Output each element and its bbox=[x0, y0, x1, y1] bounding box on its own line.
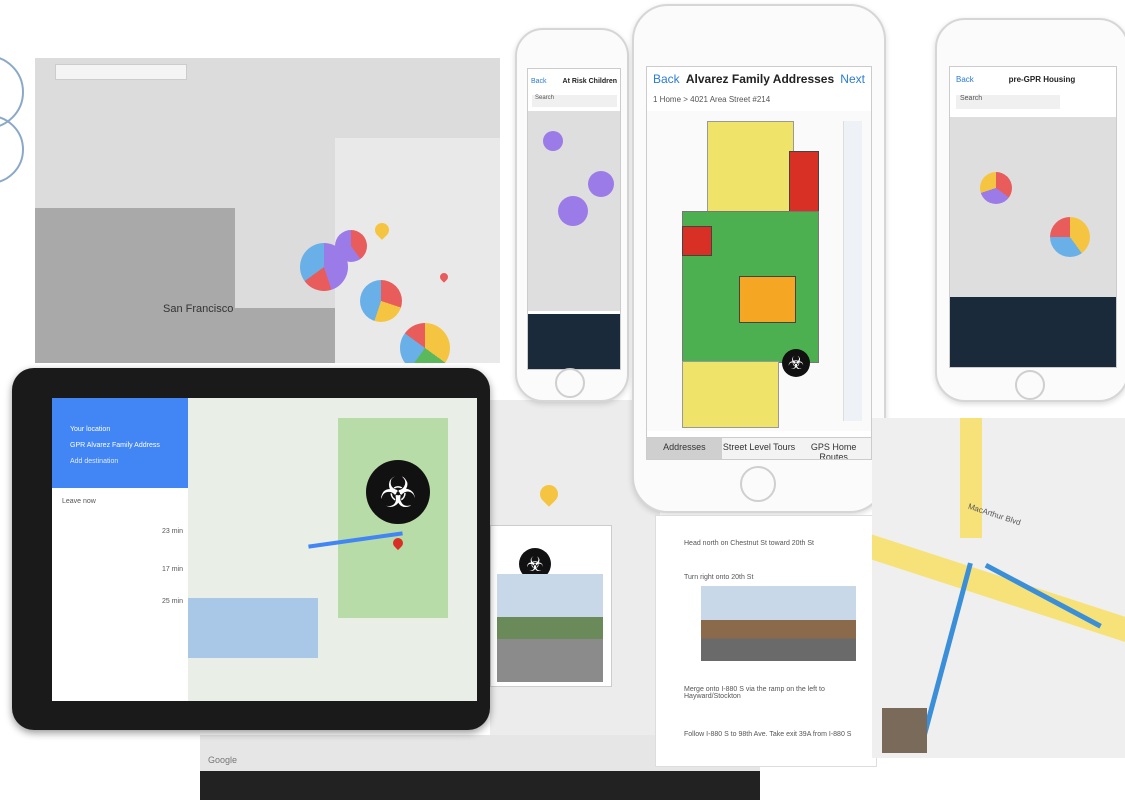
room-orange[interactable] bbox=[739, 276, 796, 323]
floor-plan[interactable]: ☣ bbox=[647, 111, 871, 431]
home-button[interactable] bbox=[555, 368, 585, 398]
cluster-pie-3[interactable] bbox=[360, 280, 402, 322]
tablet-route-map[interactable]: ☣ bbox=[188, 398, 477, 701]
destination-input[interactable]: GPR Alvarez Family Address bbox=[70, 442, 160, 449]
bay-water-2 bbox=[225, 308, 345, 363]
street-route-map[interactable]: MacArthur Blvd bbox=[872, 418, 1125, 758]
room-red-2b[interactable] bbox=[682, 226, 712, 256]
cluster-pie-2[interactable] bbox=[1050, 217, 1090, 257]
phone-left-navbar: Back At Risk Children bbox=[528, 69, 620, 93]
phone-right-title: pre-GPR Housing bbox=[1008, 74, 1076, 84]
home-button[interactable] bbox=[740, 466, 776, 502]
route-option-1[interactable]: 23 min bbox=[162, 528, 183, 535]
tab-addresses[interactable]: Addresses bbox=[647, 438, 722, 459]
back-button[interactable]: Back bbox=[956, 75, 974, 84]
cluster-bubble-2[interactable] bbox=[558, 196, 588, 226]
scroll-rail[interactable] bbox=[843, 121, 862, 421]
directions-sidebar: Your location GPR Alvarez Family Address… bbox=[52, 398, 189, 701]
room-yellow-bottom[interactable] bbox=[682, 361, 779, 428]
street-view-mini[interactable] bbox=[882, 708, 927, 753]
phone-right-navbar: Back pre-GPR Housing bbox=[950, 67, 1116, 91]
search-input[interactable]: Search bbox=[532, 95, 617, 107]
tablet-device: Your location GPR Alvarez Family Address… bbox=[12, 368, 490, 730]
phone-center-navbar: Back Alvarez Family Addresses Next bbox=[647, 67, 871, 91]
phone-center-title: Alvarez Family Addresses bbox=[685, 72, 835, 86]
street-yellow-vertical bbox=[960, 418, 982, 538]
search-input[interactable]: Search bbox=[956, 95, 1060, 109]
direction-step-3[interactable]: Merge onto I-880 S via the ramp on the l… bbox=[684, 686, 869, 700]
tab-gps-home-routes[interactable]: GPS Home Routes bbox=[796, 438, 871, 459]
phone-left: Back At Risk Children Search bbox=[515, 28, 629, 402]
phone-center-tabbar: Addresses Street Level Tours GPS Home Ro… bbox=[647, 437, 871, 459]
phone-center: Back Alvarez Family Addresses Next 1 Hom… bbox=[632, 4, 886, 513]
origin-input[interactable]: Your location bbox=[70, 426, 110, 433]
room-yellow-top[interactable] bbox=[707, 121, 794, 223]
yellow-pin-icon[interactable] bbox=[536, 481, 562, 507]
tablet-screen: Your location GPR Alvarez Family Address… bbox=[52, 398, 477, 701]
add-destination[interactable]: Add destination bbox=[70, 458, 118, 465]
phone-right-map[interactable] bbox=[950, 117, 1116, 297]
route-line bbox=[920, 562, 973, 743]
phone-right: Back pre-GPR Housing Search bbox=[935, 18, 1125, 402]
street-view-thumbnail[interactable] bbox=[701, 586, 856, 661]
cluster-pie[interactable] bbox=[980, 172, 1012, 204]
phone-left-footer bbox=[528, 314, 620, 369]
room-red-1[interactable] bbox=[789, 151, 819, 213]
bottom-legend-bar bbox=[200, 770, 760, 800]
street-view-photo bbox=[497, 574, 603, 682]
directions-header: Your location GPR Alvarez Family Address… bbox=[52, 398, 188, 488]
city-label: San Francisco bbox=[163, 303, 234, 315]
map-toolbar bbox=[55, 64, 187, 80]
leave-now-option[interactable]: Leave now bbox=[62, 498, 96, 505]
back-button[interactable]: Back bbox=[531, 78, 547, 85]
decorative-circle-bottom bbox=[0, 115, 24, 184]
street-view-popup[interactable]: ☣ bbox=[490, 525, 612, 687]
next-button[interactable]: Next bbox=[840, 72, 865, 86]
phone-left-map[interactable] bbox=[528, 111, 620, 311]
street-macarthur bbox=[872, 528, 1125, 644]
home-button[interactable] bbox=[1015, 370, 1045, 400]
breadcrumb: 1 Home > 4021 Area Street #214 bbox=[653, 95, 771, 104]
water-area bbox=[188, 598, 318, 658]
google-label: Google bbox=[208, 755, 238, 765]
phone-right-screen: Back pre-GPR Housing Search bbox=[949, 66, 1117, 368]
cluster-bubble-3[interactable] bbox=[588, 171, 614, 197]
back-button[interactable]: Back bbox=[653, 72, 680, 86]
cluster-pie-2[interactable] bbox=[335, 230, 367, 262]
directions-panel: Head north on Chestnut St toward 20th St… bbox=[655, 515, 877, 767]
phone-center-screen: Back Alvarez Family Addresses Next 1 Hom… bbox=[646, 66, 872, 460]
direction-step-4[interactable]: Follow I-880 S to 98th Ave. Take exit 39… bbox=[684, 731, 869, 738]
direction-step-1[interactable]: Head north on Chestnut St toward 20th St bbox=[684, 540, 869, 547]
cluster-bubble[interactable] bbox=[543, 131, 563, 151]
route-option-2[interactable]: 17 min bbox=[162, 566, 183, 573]
direction-step-2[interactable]: Turn right onto 20th St bbox=[684, 574, 869, 581]
route-option-3[interactable]: 25 min bbox=[162, 598, 183, 605]
phone-left-screen: Back At Risk Children Search bbox=[527, 68, 621, 370]
biohazard-icon: ☣ bbox=[366, 460, 430, 524]
background-cluster-map[interactable]: San Francisco bbox=[35, 58, 500, 363]
tab-street-level-tours[interactable]: Street Level Tours bbox=[722, 438, 797, 459]
phone-left-title: At Risk Children bbox=[562, 77, 617, 85]
bay-water bbox=[35, 208, 235, 363]
biohazard-icon: ☣ bbox=[782, 349, 810, 377]
phone-right-legend bbox=[950, 297, 1116, 367]
